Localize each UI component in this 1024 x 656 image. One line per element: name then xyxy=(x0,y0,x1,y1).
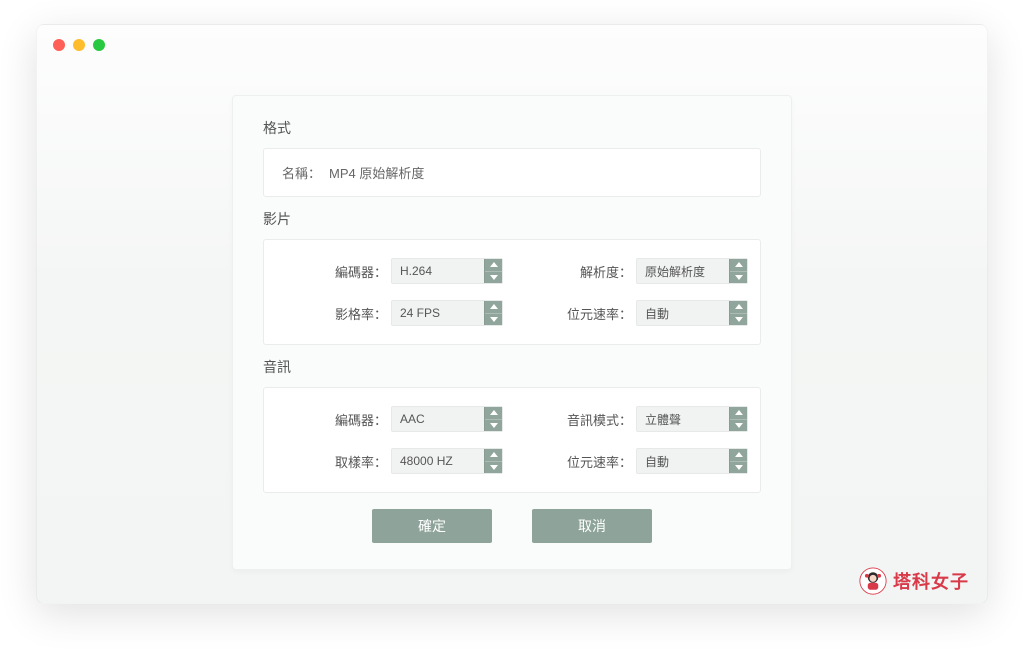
maximize-icon[interactable] xyxy=(93,39,105,51)
video-framerate-value: 24 FPS xyxy=(400,306,440,320)
stepper-icon[interactable] xyxy=(484,407,502,431)
stepper-icon[interactable] xyxy=(729,449,747,473)
audio-bitrate-select[interactable]: 自動 xyxy=(636,448,748,474)
audio-samplerate-field: 取樣率： 48000 HZ xyxy=(276,448,503,474)
video-title: 影片 xyxy=(263,209,761,229)
video-encoder-select[interactable]: H.264 xyxy=(391,258,503,284)
audio-mode-select[interactable]: 立體聲 xyxy=(636,406,748,432)
video-framerate-select[interactable]: 24 FPS xyxy=(391,300,503,326)
video-encoder-label: 編碼器： xyxy=(335,262,387,281)
traffic-lights xyxy=(53,39,105,51)
app-window: 格式 名稱： MP4 原始解析度 影片 編碼器： H.264 xyxy=(36,24,988,604)
format-title: 格式 xyxy=(263,118,761,138)
audio-bitrate-field: 位元速率： 自動 xyxy=(521,448,748,474)
format-name-value: MP4 原始解析度 xyxy=(329,163,424,182)
video-framerate-field: 影格率： 24 FPS xyxy=(276,300,503,326)
audio-mode-field: 音訊模式： 立體聲 xyxy=(521,406,748,432)
video-encoder-value: H.264 xyxy=(400,264,432,278)
watermark-avatar-icon xyxy=(859,567,887,595)
video-card: 編碼器： H.264 解析度： 原始解析度 xyxy=(263,239,761,345)
audio-card: 編碼器： AAC 音訊模式： 立體聲 xyxy=(263,387,761,493)
watermark-text: 塔科女子 xyxy=(893,568,969,594)
video-resolution-select[interactable]: 原始解析度 xyxy=(636,258,748,284)
format-section: 格式 名稱： MP4 原始解析度 xyxy=(263,118,761,197)
stepper-icon[interactable] xyxy=(484,259,502,283)
ok-label: 確定 xyxy=(418,516,446,536)
audio-bitrate-label: 位元速率： xyxy=(567,452,632,471)
audio-title: 音訊 xyxy=(263,357,761,377)
audio-samplerate-select[interactable]: 48000 HZ xyxy=(391,448,503,474)
video-resolution-value: 原始解析度 xyxy=(645,263,705,280)
video-encoder-field: 編碼器： H.264 xyxy=(276,258,503,284)
video-section: 影片 編碼器： H.264 解析度： 原始解析度 xyxy=(263,209,761,345)
video-resolution-label: 解析度： xyxy=(580,262,632,281)
audio-mode-value: 立體聲 xyxy=(645,411,681,428)
audio-samplerate-label: 取樣率： xyxy=(335,452,387,471)
audio-encoder-label: 編碼器： xyxy=(335,410,387,429)
audio-samplerate-value: 48000 HZ xyxy=(400,454,453,468)
video-bitrate-value: 自動 xyxy=(645,305,669,322)
video-bitrate-field: 位元速率： 自動 xyxy=(521,300,748,326)
action-row: 確定 取消 xyxy=(263,509,761,543)
stepper-icon[interactable] xyxy=(729,301,747,325)
video-resolution-field: 解析度： 原始解析度 xyxy=(521,258,748,284)
audio-mode-label: 音訊模式： xyxy=(567,410,632,429)
audio-encoder-field: 編碼器： AAC xyxy=(276,406,503,432)
stepper-icon[interactable] xyxy=(484,449,502,473)
settings-panel: 格式 名稱： MP4 原始解析度 影片 編碼器： H.264 xyxy=(232,95,792,570)
audio-encoder-value: AAC xyxy=(400,412,425,426)
format-card: 名稱： MP4 原始解析度 xyxy=(263,148,761,197)
audio-bitrate-value: 自動 xyxy=(645,453,669,470)
audio-section: 音訊 編碼器： AAC 音訊模式： 立體聲 xyxy=(263,357,761,493)
ok-button[interactable]: 確定 xyxy=(372,509,492,543)
video-framerate-label: 影格率： xyxy=(335,304,387,323)
cancel-button[interactable]: 取消 xyxy=(532,509,652,543)
stepper-icon[interactable] xyxy=(729,407,747,431)
watermark: 塔科女子 xyxy=(859,567,969,595)
cancel-label: 取消 xyxy=(578,516,606,536)
audio-encoder-select[interactable]: AAC xyxy=(391,406,503,432)
close-icon[interactable] xyxy=(53,39,65,51)
video-bitrate-select[interactable]: 自動 xyxy=(636,300,748,326)
format-name-label: 名稱： xyxy=(282,163,321,182)
stepper-icon[interactable] xyxy=(484,301,502,325)
minimize-icon[interactable] xyxy=(73,39,85,51)
stepper-icon[interactable] xyxy=(729,259,747,283)
video-bitrate-label: 位元速率： xyxy=(567,304,632,323)
